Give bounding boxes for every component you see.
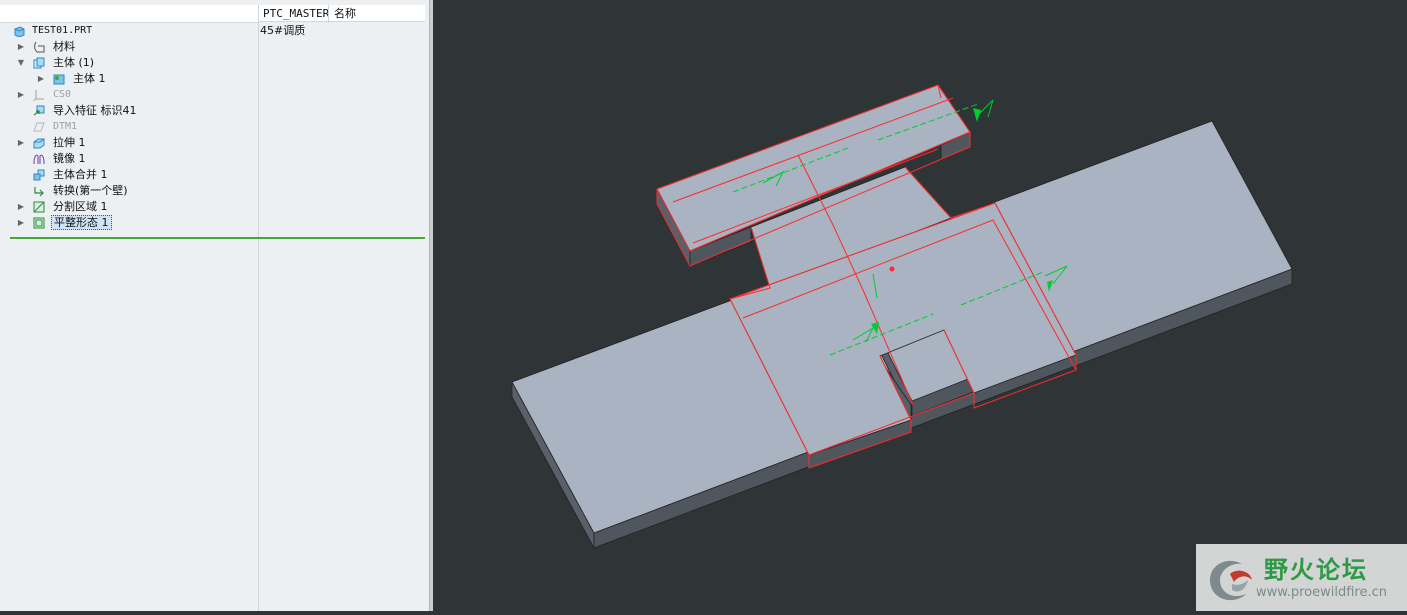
expand-arrow-icon[interactable]: ▶	[16, 199, 26, 215]
tree-item-label: 镜像 1	[53, 152, 86, 165]
convert-icon	[34, 187, 44, 197]
tree-item-label: DTM1	[53, 121, 78, 132]
tree-item-label: 导入特征 标识41	[53, 104, 137, 117]
tree-item-label: CS0	[53, 89, 72, 100]
datum-plane-icon	[33, 122, 45, 132]
tree-item-csys[interactable]: ▶ CS0	[0, 87, 429, 103]
tree-column-header-name[interactable]: 名称	[329, 5, 425, 22]
import-feature-icon	[33, 105, 45, 116]
material-icon	[34, 41, 45, 53]
mirror-icon	[33, 154, 45, 165]
tree-item-label: 分割区域 1	[53, 200, 108, 213]
model-view[interactable]	[433, 0, 1407, 611]
expand-arrow-icon[interactable]: ▶	[16, 39, 26, 55]
body-icon	[53, 74, 65, 85]
tree-item-datum-plane[interactable]: DTM1	[0, 119, 429, 135]
tree-item-label: 转换(第一个壁)	[53, 184, 128, 197]
forum-logo-icon	[1210, 560, 1252, 601]
part-icon	[14, 26, 25, 37]
tree-item-convert[interactable]: 转换(第一个壁)	[0, 183, 429, 199]
expand-arrow-icon[interactable]: ▶	[16, 87, 26, 103]
model-tree-panel: PTC_MASTER 名称 TEST01.PRT 45#调质 ▶ 材料 ▼ 主体…	[0, 0, 429, 611]
body-merge-icon	[33, 169, 45, 181]
tree-item-split-area[interactable]: ▶ 分割区域 1	[0, 199, 429, 215]
tree-item-label: TEST01.PRT	[32, 25, 93, 36]
extrude-icon	[33, 138, 45, 149]
tree-item-part[interactable]: TEST01.PRT 45#调质	[0, 23, 429, 39]
tree-item-label: 主体 (1)	[53, 56, 95, 69]
tree-item-label: 拉伸 1	[53, 136, 86, 149]
tree-item-mirror[interactable]: 镜像 1	[0, 151, 429, 167]
forum-title: 野火论坛	[1264, 556, 1368, 584]
forum-watermark: 野火论坛 www.proewildfire.cn	[1196, 544, 1407, 611]
tree-item-body-1[interactable]: ▶ 主体 1	[0, 71, 429, 87]
expand-arrow-icon[interactable]: ▶	[16, 215, 26, 231]
body-group-icon	[33, 57, 45, 69]
selection-highlight: 平整形态 1	[51, 215, 112, 230]
ptc-master-value: 45#调质	[260, 24, 306, 37]
column-divider[interactable]	[328, 5, 329, 23]
insert-here-line[interactable]	[10, 237, 425, 239]
tree-column-header-blank[interactable]	[0, 5, 258, 23]
tree-item-body-merge[interactable]: 主体合并 1	[0, 167, 429, 183]
tree-item-import-feature[interactable]: 导入特征 标识41	[0, 103, 429, 119]
expand-arrow-icon[interactable]: ▶	[36, 71, 46, 87]
tree-item-bodies[interactable]: ▼ 主体 (1)	[0, 55, 429, 71]
tree-item-label: 主体合并 1	[53, 168, 108, 181]
csys-icon	[33, 90, 44, 101]
tree-item-material[interactable]: ▶ 材料	[0, 39, 429, 55]
split-area-icon	[33, 201, 45, 213]
tree-item-extrude[interactable]: ▶ 拉伸 1	[0, 135, 429, 151]
tree-item-label: 材料	[53, 40, 75, 53]
expand-arrow-icon[interactable]: ▶	[16, 135, 26, 151]
tree-item-label: 平整形态 1	[51, 215, 112, 231]
collapse-arrow-icon[interactable]: ▼	[16, 55, 26, 71]
datum-point-marker	[889, 266, 895, 272]
forum-url: www.proewildfire.cn	[1256, 585, 1387, 600]
graphics-viewport[interactable]	[433, 0, 1407, 611]
tree-column-header-ptc-master[interactable]: PTC_MASTER	[259, 5, 329, 22]
tree-item-flat-state[interactable]: ▶ 平整形态 1	[0, 215, 429, 231]
tree-item-label: 主体 1	[73, 72, 106, 85]
flat-state-icon	[33, 217, 45, 229]
